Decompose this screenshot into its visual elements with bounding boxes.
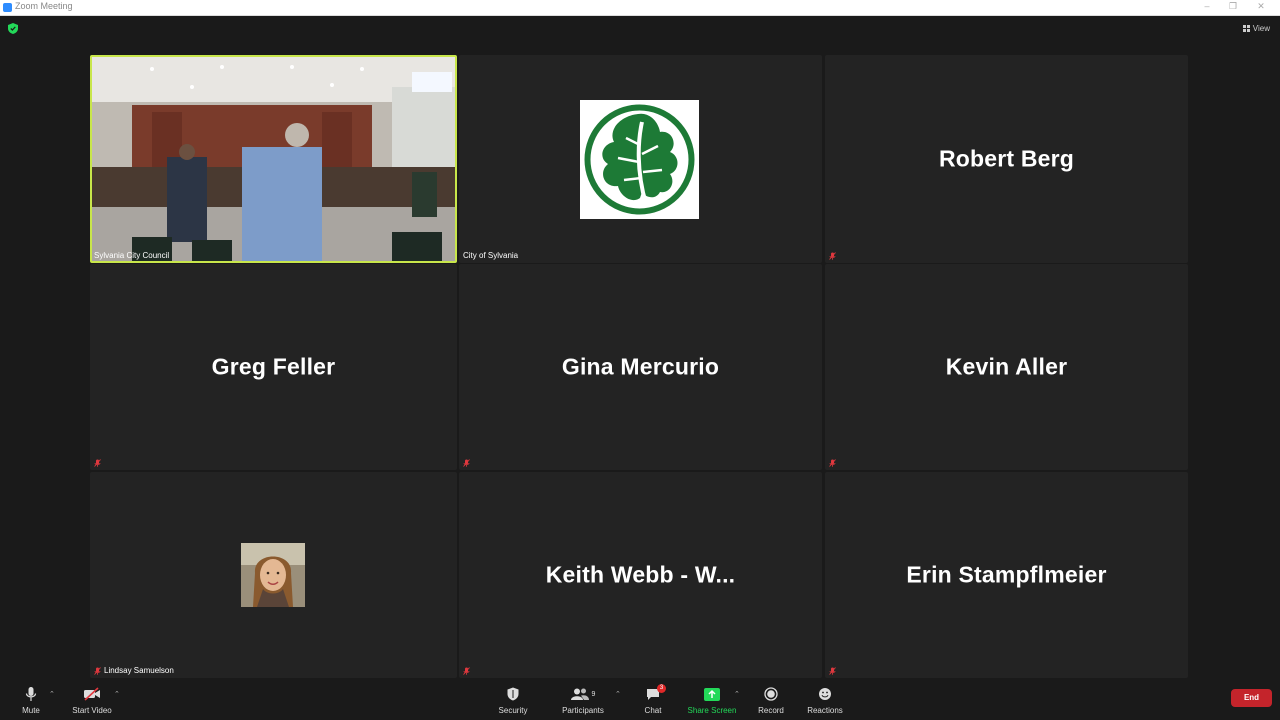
tile-label: Lindsay Samuelson [94,666,174,675]
participants-button[interactable]: 9 Participants [553,684,613,715]
tile-label [829,252,836,260]
participant-tile-greg-feller[interactable]: Greg Feller [90,264,457,470]
tile-label [94,459,101,467]
share-screen-label: Share Screen [687,706,737,715]
share-options-caret-icon[interactable]: ⌃ [734,690,740,698]
restore-icon[interactable]: ❐ [1226,1,1240,12]
chat-unread-badge: 3 [657,684,666,693]
participant-name: Erin Stampflmeier [906,561,1107,588]
view-label: View [1252,24,1270,33]
mic-muted-icon [463,667,470,675]
chat-label: Chat [644,706,662,715]
tile-label: City of Sylvania [463,251,518,260]
reactions-button[interactable]: Reactions [795,684,855,715]
end-meeting-button[interactable]: End [1231,689,1272,707]
participant-name: Greg Feller [211,353,336,380]
microphone-icon [25,687,37,701]
city-oak-leaf-logo [580,100,699,219]
reactions-emoji-icon [819,688,831,700]
participant-name-label: Sylvania City Council [94,251,170,260]
mic-muted-icon [829,459,836,467]
participant-tile-keith-webb[interactable]: Keith Webb - W... [459,472,822,678]
grid-view-icon [1242,25,1250,32]
encryption-shield-icon[interactable] [8,23,18,34]
tile-label [463,459,470,467]
minimize-icon[interactable]: – [1200,1,1214,11]
record-button[interactable]: Record [741,684,801,715]
council-chamber-video [92,57,455,261]
video-tile-sylvania-city-council[interactable]: Sylvania City Council [90,55,457,263]
share-screen-icon [704,687,720,701]
profile-photo-avatar [241,543,305,607]
audio-options-caret-icon[interactable]: ⌃ [49,690,55,698]
participant-tile-kevin-aller[interactable]: Kevin Aller [825,264,1188,470]
window-titlebar: Zoom Meeting – ❐ ✕ [0,0,1280,16]
participant-name: Gina Mercurio [561,353,720,380]
zoom-app-icon [3,3,12,12]
participants-icon [570,688,589,700]
mic-muted-icon [94,459,101,467]
video-tile-city-of-sylvania[interactable]: City of Sylvania [459,55,822,263]
share-screen-button[interactable]: Share Screen [682,684,742,715]
window-title: Zoom Meeting [15,1,73,11]
participant-tile-robert-berg[interactable]: Robert Berg [825,55,1188,263]
participants-label: Participants [562,706,604,715]
participant-name-label: Lindsay Samuelson [104,666,174,675]
mic-muted-icon [94,666,101,675]
security-shield-icon [507,687,519,701]
security-button[interactable]: Security [483,684,543,715]
participant-name: Robert Berg [938,145,1075,172]
chat-button[interactable]: 3 Chat [623,684,683,715]
participant-name: Kevin Aller [945,353,1068,380]
view-button[interactable]: View [1242,24,1270,33]
mic-muted-icon [463,459,470,467]
participant-tile-gina-mercurio[interactable]: Gina Mercurio [459,264,822,470]
mute-button[interactable]: Mute [1,684,61,715]
video-options-caret-icon[interactable]: ⌃ [114,690,120,698]
participant-tile-erin-stampflmeier[interactable]: Erin Stampflmeier [825,472,1188,678]
participant-name: Keith Webb - W... [545,561,736,588]
start-video-button[interactable]: Start Video [62,684,122,715]
participant-name-label: City of Sylvania [463,251,519,260]
tile-label [829,459,836,467]
participants-count: 9 [591,690,596,698]
start-video-label: Start Video [72,706,112,715]
tile-label: Sylvania City Council [94,251,169,260]
video-camera-off-icon [84,687,100,701]
record-icon [764,687,778,701]
tile-label [463,667,470,675]
participants-options-caret-icon[interactable]: ⌃ [615,690,621,698]
mic-muted-icon [829,667,836,675]
mic-muted-icon [829,252,836,260]
mute-label: Mute [22,706,40,715]
meeting-toolbar: Mute ⌃ Start Video ⌃ Security 9 Particip… [0,680,1280,720]
participant-tile-lindsay-samuelson[interactable]: Lindsay Samuelson [90,472,457,678]
reactions-label: Reactions [807,706,843,715]
close-icon[interactable]: ✕ [1254,1,1268,12]
tile-label [829,667,836,675]
record-label: Record [758,706,784,715]
security-label: Security [498,706,528,715]
